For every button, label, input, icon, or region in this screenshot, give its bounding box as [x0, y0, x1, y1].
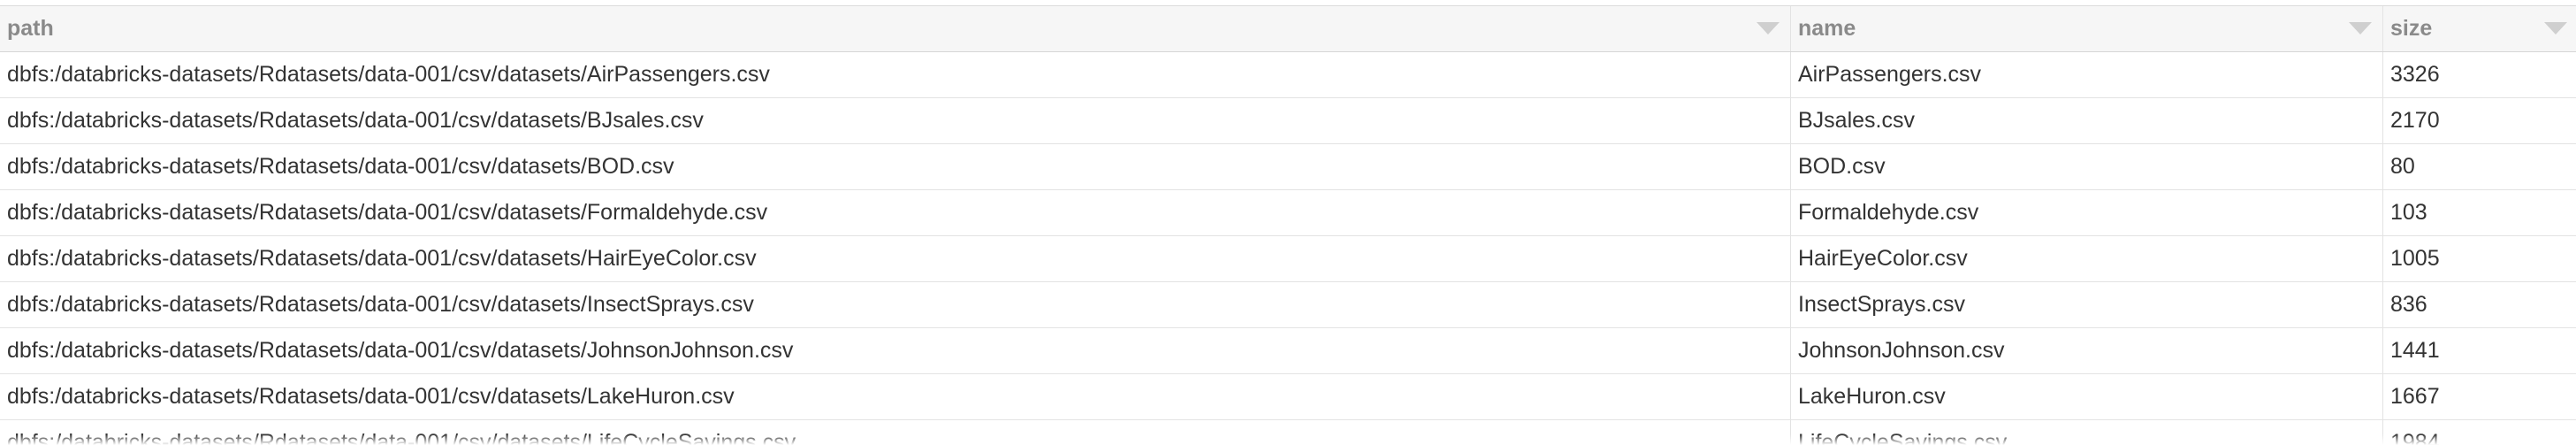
column-header-path[interactable]: path: [0, 6, 1791, 51]
cell-name: InsectSprays.csv: [1791, 282, 2383, 327]
cell-path: dbfs:/databricks-datasets/Rdatasets/data…: [0, 328, 1791, 373]
table-row[interactable]: dbfs:/databricks-datasets/Rdatasets/data…: [0, 98, 2576, 144]
table-row[interactable]: dbfs:/databricks-datasets/Rdatasets/data…: [0, 282, 2576, 328]
cell-size: 1005: [2390, 246, 2440, 271]
cell-name: LakeHuron.csv: [1791, 374, 2383, 419]
sort-arrow-down-icon[interactable]: [1757, 22, 1780, 35]
table-row[interactable]: dbfs:/databricks-datasets/Rdatasets/data…: [0, 420, 2576, 445]
cell-size: 1441: [2390, 338, 2440, 363]
column-header-size[interactable]: size: [2383, 6, 2576, 51]
cell-size: 103: [2390, 200, 2427, 225]
cell-name: AirPassengers.csv: [1791, 52, 2383, 97]
cell-size: 1984: [2390, 430, 2440, 445]
table-row[interactable]: dbfs:/databricks-datasets/Rdatasets/data…: [0, 190, 2576, 236]
cell-size: 2170: [2390, 108, 2440, 133]
table-row[interactable]: dbfs:/databricks-datasets/Rdatasets/data…: [0, 236, 2576, 282]
cell-path: dbfs:/databricks-datasets/Rdatasets/data…: [0, 52, 1791, 97]
cell-path: dbfs:/databricks-datasets/Rdatasets/data…: [0, 98, 1791, 143]
cell-name: BJsales.csv: [1791, 98, 2383, 143]
cell-path: dbfs:/databricks-datasets/Rdatasets/data…: [0, 374, 1791, 419]
table-row[interactable]: dbfs:/databricks-datasets/Rdatasets/data…: [0, 144, 2576, 190]
table-row[interactable]: dbfs:/databricks-datasets/Rdatasets/data…: [0, 328, 2576, 374]
cell-name: LifeCycleSavings.csv: [1791, 420, 2383, 445]
results-table: path name size dbfs:/databricks-datasets…: [0, 5, 2576, 445]
column-header-name[interactable]: name: [1791, 6, 2383, 51]
sort-arrow-down-icon[interactable]: [2544, 22, 2567, 35]
cell-path: dbfs:/databricks-datasets/Rdatasets/data…: [0, 282, 1791, 327]
column-header-label: name: [1798, 16, 1856, 41]
cell-size: 836: [2390, 292, 2427, 317]
table-header-row: path name size: [0, 6, 2576, 52]
cell-name: Formaldehyde.csv: [1791, 190, 2383, 235]
column-header-label: path: [7, 16, 54, 41]
table-row[interactable]: dbfs:/databricks-datasets/Rdatasets/data…: [0, 374, 2576, 420]
column-header-label: size: [2390, 16, 2433, 41]
cell-name: HairEyeColor.csv: [1791, 236, 2383, 281]
cell-size: 80: [2390, 154, 2415, 179]
cell-size: 3326: [2390, 62, 2440, 87]
cell-name: JohnsonJohnson.csv: [1791, 328, 2383, 373]
cell-path: dbfs:/databricks-datasets/Rdatasets/data…: [0, 420, 1791, 445]
table-row[interactable]: dbfs:/databricks-datasets/Rdatasets/data…: [0, 52, 2576, 98]
cell-path: dbfs:/databricks-datasets/Rdatasets/data…: [0, 144, 1791, 189]
cell-path: dbfs:/databricks-datasets/Rdatasets/data…: [0, 190, 1791, 235]
cell-path: dbfs:/databricks-datasets/Rdatasets/data…: [0, 236, 1791, 281]
cell-size: 1667: [2390, 384, 2440, 409]
cell-name: BOD.csv: [1791, 144, 2383, 189]
sort-arrow-down-icon[interactable]: [2349, 22, 2372, 35]
